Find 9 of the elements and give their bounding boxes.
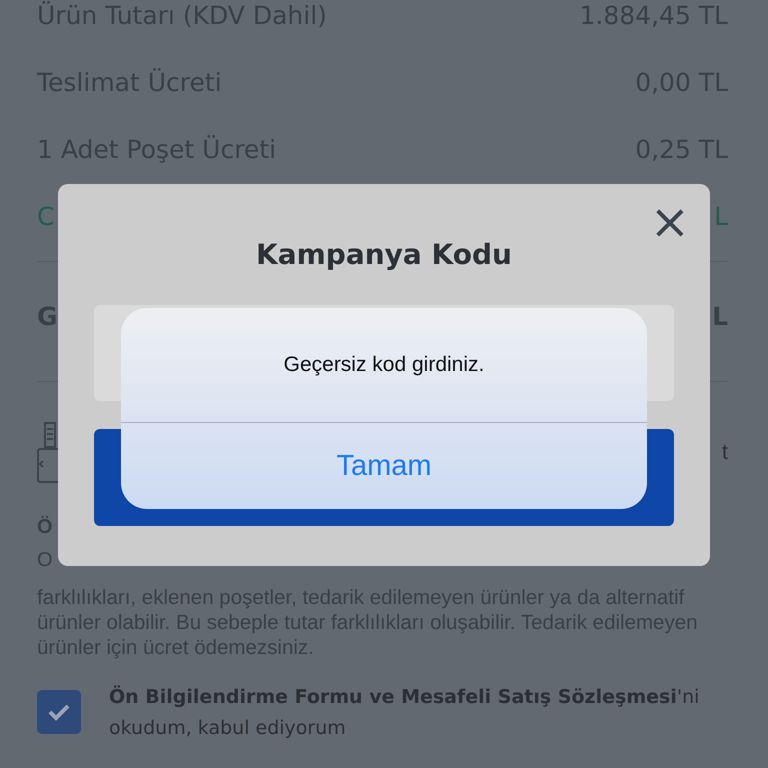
alert-message: Geçersiz kod girdiniz. — [121, 308, 647, 423]
info-text: t — [722, 439, 728, 465]
summary-label: C — [37, 202, 54, 231]
summary-value: L — [714, 202, 728, 231]
checkbox[interactable] — [37, 690, 81, 734]
close-button[interactable]: × — [650, 202, 690, 242]
modal-title: Kampanya Kodu — [255, 238, 513, 271]
checkmark-icon — [47, 702, 71, 722]
agreement-text: Ön Bilgilendirme Formu ve Mesafeli Satış Sözleşmesi'ni okudum, kabul ediyorum — [109, 684, 700, 741]
